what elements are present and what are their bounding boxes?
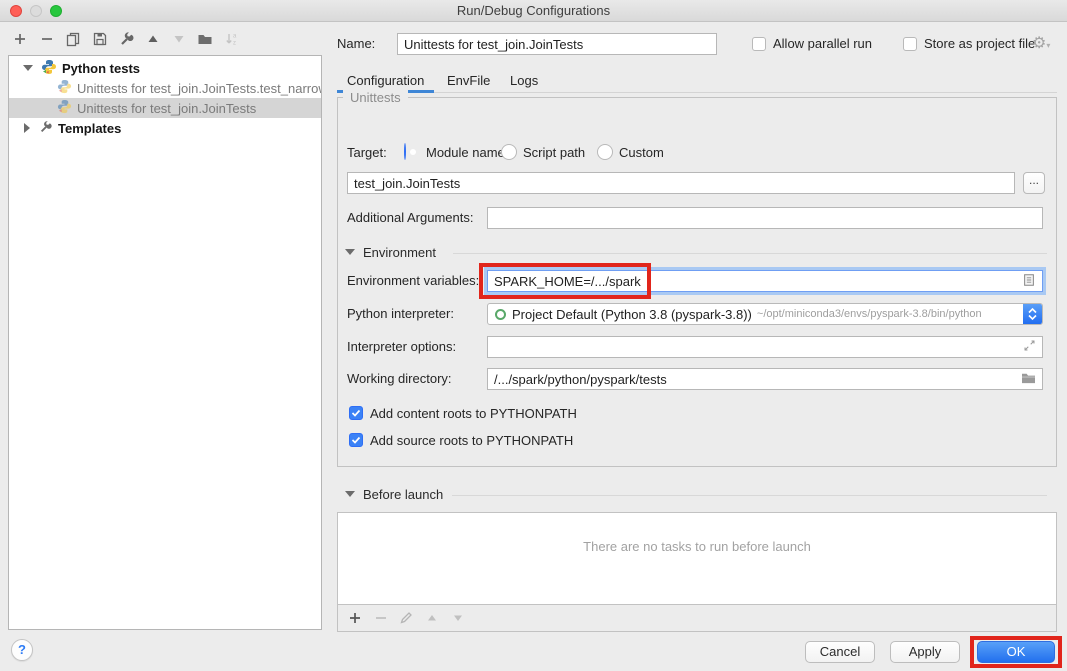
name-input[interactable] <box>397 33 717 55</box>
target-custom-radio[interactable] <box>597 144 613 160</box>
close-window-button[interactable] <box>10 5 22 17</box>
target-module-name-radio[interactable] <box>404 143 406 160</box>
target-module-name-label: Module name <box>426 142 505 164</box>
before-launch-empty-text: There are no tasks to run before launch <box>583 539 811 554</box>
unittests-group-title: Unittests <box>343 90 408 105</box>
add-source-roots-label: Add source roots to PYTHONPATH <box>370 430 573 452</box>
python-interpreter-label: Python interpreter: <box>347 303 454 325</box>
target-script-path-radio[interactable] <box>501 144 517 160</box>
tree-item-label: Unittests for test_join.JoinTests <box>77 101 256 116</box>
title-bar: Run/Debug Configurations <box>0 0 1067 22</box>
collapse-caret-icon[interactable] <box>23 65 33 71</box>
ok-button[interactable]: OK <box>977 641 1055 663</box>
remove-configuration-icon[interactable] <box>39 31 55 47</box>
before-launch-title[interactable]: Before launch <box>363 487 443 503</box>
before-launch-separator-line <box>452 495 1047 496</box>
target-label: Target: <box>347 142 387 164</box>
browse-module-button[interactable]: ... <box>1023 172 1045 194</box>
move-up-icon[interactable] <box>145 31 161 47</box>
tree-item-label: Python tests <box>62 61 140 76</box>
save-configuration-icon[interactable] <box>92 31 108 47</box>
templates-wrench-icon <box>39 120 53 137</box>
copy-configuration-icon[interactable] <box>65 31 81 47</box>
name-label: Name: <box>337 33 375 55</box>
new-folder-icon[interactable] <box>197 31 213 47</box>
allow-parallel-run-checkbox[interactable] <box>752 37 766 51</box>
python-interpreter-select[interactable]: Project Default (Python 3.8 (pyspark-3.8… <box>487 303 1043 325</box>
help-button[interactable]: ? <box>11 639 33 661</box>
store-as-project-file-checkbox[interactable] <box>903 37 917 51</box>
dropdown-stepper-icon[interactable] <box>1023 303 1042 325</box>
edit-task-icon[interactable] <box>398 610 414 629</box>
allow-parallel-run-label: Allow parallel run <box>773 33 872 55</box>
target-script-path-label: Script path <box>523 142 585 164</box>
working-directory-input[interactable]: /.../spark/python/pyspark/tests <box>487 368 1043 390</box>
before-launch-task-list: There are no tasks to run before launch <box>337 512 1057 605</box>
tree-item-unittest-narrow[interactable]: Unittests for test_join.JoinTests.test_n… <box>9 78 321 98</box>
additional-arguments-label: Additional Arguments: <box>347 207 473 229</box>
edit-templates-icon[interactable] <box>119 31 135 47</box>
remove-task-icon[interactable] <box>373 610 389 629</box>
environment-collapse-caret-icon[interactable] <box>345 249 355 255</box>
interpreter-path: ~/opt/miniconda3/envs/pyspark-3.8/bin/py… <box>757 308 1023 320</box>
environment-variables-input[interactable]: SPARK_HOME=/.../spark <box>487 270 1043 292</box>
environment-section-title[interactable]: Environment <box>363 245 436 261</box>
sort-alphabetically-icon[interactable]: az <box>224 31 240 47</box>
environment-separator-line <box>453 253 1047 254</box>
move-task-up-icon[interactable] <box>424 610 440 629</box>
zoom-window-button[interactable] <box>50 5 62 17</box>
tab-logs[interactable]: Logs <box>510 70 538 92</box>
tree-item-python-tests[interactable]: Python tests <box>9 58 321 78</box>
store-as-project-file-label: Store as project file <box>924 33 1035 55</box>
environment-variables-label: Environment variables: <box>347 270 479 292</box>
python-test-config-icon <box>57 79 72 97</box>
working-directory-value: /.../spark/python/pyspark/tests <box>494 372 1021 387</box>
svg-text:z: z <box>233 41 236 47</box>
gear-icon[interactable]: ⚙▾ <box>1032 33 1050 57</box>
add-source-roots-checkbox[interactable] <box>349 433 363 447</box>
add-configuration-icon[interactable] <box>12 31 28 47</box>
add-content-roots-checkbox[interactable] <box>349 406 363 420</box>
cancel-button[interactable]: Cancel <box>805 641 875 663</box>
module-name-input[interactable] <box>347 172 1015 194</box>
before-launch-collapse-caret-icon[interactable] <box>345 491 355 497</box>
working-directory-label: Working directory: <box>347 368 452 390</box>
before-launch-toolbar <box>337 605 1057 632</box>
window-title: Run/Debug Configurations <box>0 0 1067 21</box>
interpreter-options-label: Interpreter options: <box>347 336 456 358</box>
additional-arguments-input[interactable] <box>487 207 1043 229</box>
svg-text:a: a <box>233 34 237 40</box>
target-custom-label: Custom <box>619 142 664 164</box>
interpreter-options-input[interactable] <box>487 336 1043 358</box>
tabs-divider <box>337 92 1057 93</box>
interpreter-name: Project Default (Python 3.8 (pyspark-3.8… <box>512 307 752 322</box>
tree-item-unittest-jointests-selected[interactable]: Unittests for test_join.JoinTests <box>9 98 321 118</box>
apply-button[interactable]: Apply <box>890 641 960 663</box>
add-content-roots-label: Add content roots to PYTHONPATH <box>370 403 577 425</box>
expand-caret-icon[interactable] <box>24 123 30 133</box>
minimize-window-button[interactable] <box>30 5 42 17</box>
conda-env-icon <box>495 309 506 320</box>
browse-folder-icon[interactable] <box>1021 371 1036 387</box>
tab-configuration[interactable]: Configuration <box>347 70 424 92</box>
environment-variables-value: SPARK_HOME=/.../spark <box>494 274 1022 289</box>
add-task-icon[interactable] <box>347 610 363 629</box>
configurations-tree: Python tests Unittests for test_join.Joi… <box>8 55 322 630</box>
expand-field-icon[interactable] <box>1023 339 1036 355</box>
tab-envfile[interactable]: EnvFile <box>447 70 490 92</box>
python-test-config-icon <box>57 99 72 117</box>
tree-item-label: Templates <box>58 121 121 136</box>
edit-env-vars-icon[interactable] <box>1022 273 1036 290</box>
tree-item-templates[interactable]: Templates <box>9 118 321 138</box>
move-down-icon[interactable] <box>171 31 187 47</box>
move-task-down-icon[interactable] <box>450 610 466 629</box>
tree-item-label: Unittests for test_join.JoinTests.test_n… <box>77 81 321 96</box>
python-tests-icon <box>41 59 57 78</box>
